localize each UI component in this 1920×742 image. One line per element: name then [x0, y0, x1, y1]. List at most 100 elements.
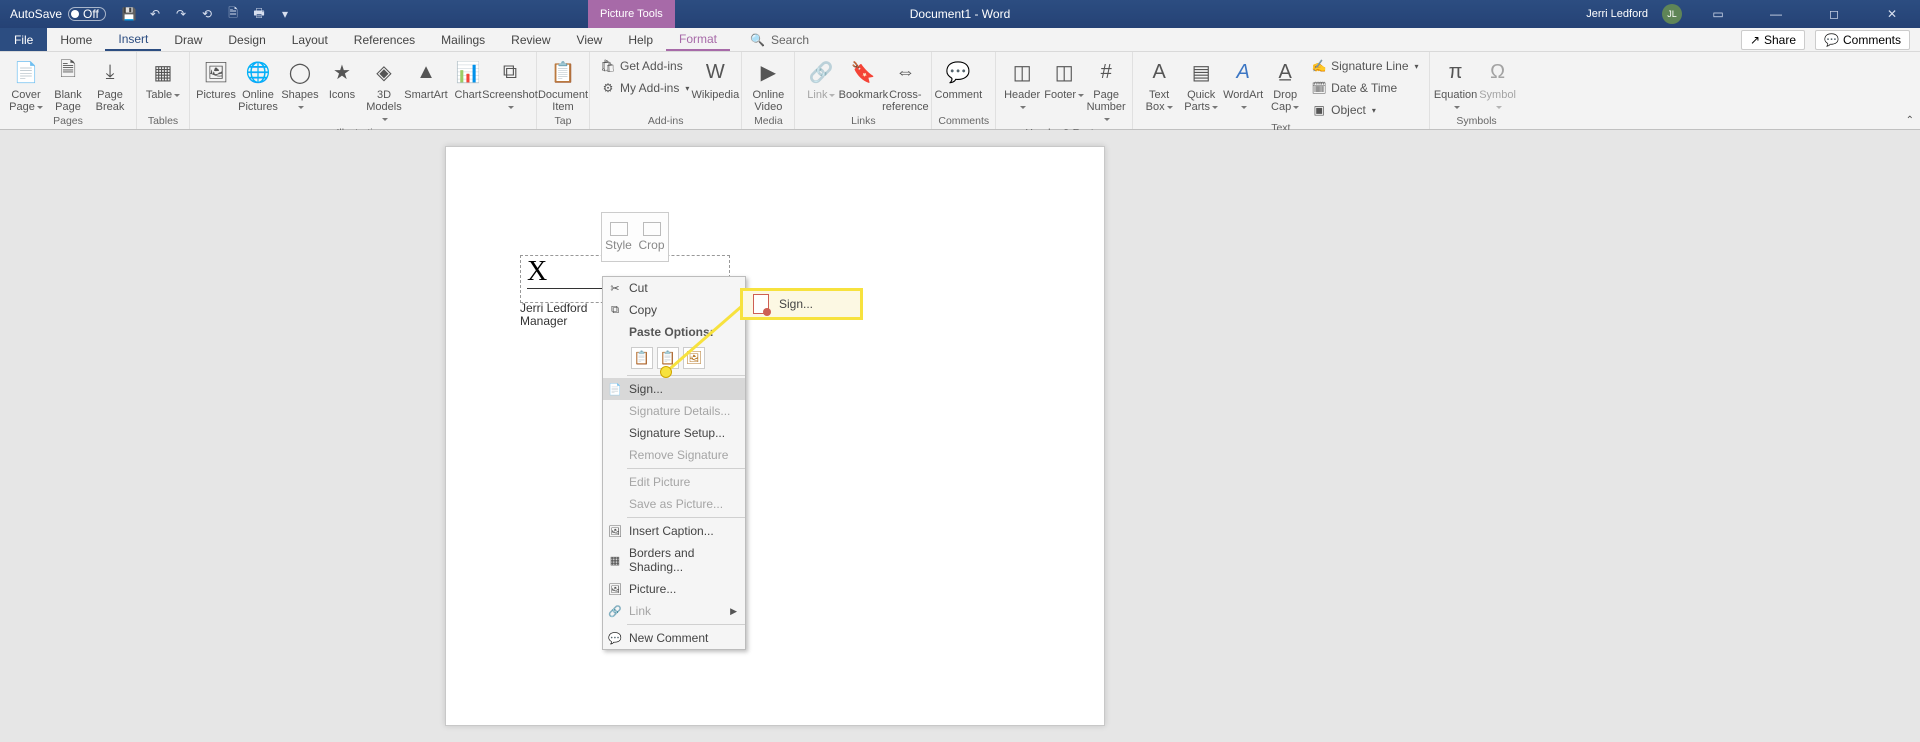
- group-symbols: πEquation ΩSymbol Symbols: [1430, 52, 1524, 129]
- online-pictures-button[interactable]: 🌐Online Pictures: [238, 56, 278, 113]
- menu-tabs: File Home Insert Draw Design Layout Refe…: [0, 28, 1920, 52]
- style-button[interactable]: Style: [602, 213, 635, 261]
- drop-cap-button[interactable]: A̲Drop Cap: [1265, 56, 1305, 113]
- undo-icon[interactable]: ↶: [146, 5, 164, 23]
- autosave-control[interactable]: AutoSave Off: [0, 7, 116, 21]
- sync-icon[interactable]: ⟲: [198, 5, 216, 23]
- ctx-insert-caption[interactable]: 🖼Insert Caption...: [603, 520, 745, 542]
- tab-format[interactable]: Format: [666, 28, 730, 51]
- wordart-button[interactable]: AWordArt: [1223, 56, 1263, 113]
- pictures-button[interactable]: 🖼Pictures: [196, 56, 236, 101]
- group-illustrations: 🖼Pictures 🌐Online Pictures ◯Shapes ★Icon…: [190, 52, 537, 129]
- sign-callout-label: Sign...: [779, 297, 813, 311]
- sign-icon: 📄: [607, 381, 623, 397]
- signature-line-button[interactable]: ✍Signature Line▾: [1307, 56, 1422, 76]
- document-page[interactable]: [445, 146, 1105, 726]
- crop-button[interactable]: Crop: [635, 213, 668, 261]
- tell-me-search[interactable]: 🔍 Search: [730, 28, 829, 51]
- maximize-icon[interactable]: ◻: [1812, 0, 1856, 28]
- group-text: AText Box ▤Quick Parts AWordArt A̲Drop C…: [1133, 52, 1429, 129]
- picture-mini-toolbar: Style Crop: [601, 212, 669, 262]
- smartart-button[interactable]: ▲SmartArt: [406, 56, 446, 101]
- models-button[interactable]: ◈3D Models: [364, 56, 404, 125]
- paste-picture-icon[interactable]: 🖼: [683, 347, 705, 369]
- footer-button[interactable]: ◫Footer: [1044, 56, 1084, 101]
- cover-page-button[interactable]: 📄Cover Page: [6, 56, 46, 113]
- tab-insert[interactable]: Insert: [105, 28, 161, 51]
- chart-icon: 📊: [452, 56, 484, 88]
- equation-button[interactable]: πEquation: [1436, 56, 1476, 113]
- page-number-button[interactable]: #Page Number: [1086, 56, 1126, 125]
- online-video-button[interactable]: ▶Online Video: [748, 56, 788, 113]
- page-break-button[interactable]: ⤓Page Break: [90, 56, 130, 113]
- ctx-cut[interactable]: ✂Cut: [603, 277, 745, 299]
- save-icon[interactable]: 💾: [120, 5, 138, 23]
- symbol-icon: Ω: [1482, 56, 1514, 88]
- ribbon-mode-icon[interactable]: ▭: [1696, 0, 1740, 28]
- tab-references[interactable]: References: [341, 28, 428, 51]
- tab-mailings[interactable]: Mailings: [428, 28, 498, 51]
- group-label-tables: Tables: [143, 113, 183, 129]
- tab-home[interactable]: Home: [47, 28, 105, 51]
- tab-layout[interactable]: Layout: [279, 28, 341, 51]
- wikipedia-button[interactable]: WWikipedia: [695, 56, 735, 101]
- date-time-button[interactable]: 🗓Date & Time: [1307, 78, 1422, 98]
- search-placeholder: Search: [771, 33, 809, 47]
- comment-button[interactable]: 💬Comment: [938, 56, 978, 101]
- bookmark-button[interactable]: 🔖Bookmark: [843, 56, 883, 101]
- share-button[interactable]: ↗ Share: [1741, 30, 1805, 50]
- models-icon: ◈: [368, 56, 400, 88]
- wordart-icon: A: [1227, 56, 1259, 88]
- tab-design[interactable]: Design: [215, 28, 278, 51]
- comments-button[interactable]: 💬 Comments: [1815, 30, 1910, 50]
- ctx-borders-shading[interactable]: ▦Borders and Shading...: [603, 542, 745, 578]
- close-icon[interactable]: ✕: [1870, 0, 1914, 28]
- picture-icon: 🖼: [607, 581, 623, 597]
- table-button[interactable]: ▦Table: [143, 56, 183, 101]
- ctx-link: 🔗Link▶: [603, 600, 745, 622]
- tab-file[interactable]: File: [0, 28, 47, 51]
- minimize-icon[interactable]: —: [1754, 0, 1798, 28]
- title-bar: AutoSave Off 💾 ↶ ↷ ⟲ 🗎 🖶 ▾ Picture Tools…: [0, 0, 1920, 28]
- my-addins-button[interactable]: ⚙My Add-ins▾: [596, 78, 693, 98]
- document-canvas[interactable]: X Jerri Ledford Manager Style Crop ✂Cut …: [0, 130, 1920, 742]
- ctx-copy[interactable]: ⧉Copy: [603, 299, 745, 321]
- header-button[interactable]: ◫Header: [1002, 56, 1042, 113]
- autosave-toggle[interactable]: Off: [68, 7, 106, 21]
- ctx-new-comment[interactable]: 💬New Comment: [603, 627, 745, 649]
- icons-button[interactable]: ★Icons: [322, 56, 362, 101]
- ctx-sign[interactable]: 📄Sign...: [603, 378, 745, 400]
- link-button: 🔗Link: [801, 56, 841, 101]
- user-avatar[interactable]: JL: [1662, 4, 1682, 24]
- object-button[interactable]: ▣Object▾: [1307, 100, 1422, 120]
- tab-help[interactable]: Help: [615, 28, 666, 51]
- online-pictures-icon: 🌐: [242, 56, 274, 88]
- tab-view[interactable]: View: [564, 28, 616, 51]
- tab-review[interactable]: Review: [498, 28, 563, 51]
- new-comment-icon: 💬: [607, 630, 623, 646]
- quick-parts-button[interactable]: ▤Quick Parts: [1181, 56, 1221, 113]
- paste-keep-source-icon[interactable]: 📋: [631, 347, 653, 369]
- ctx-signature-setup[interactable]: Signature Setup...: [603, 422, 745, 444]
- redo-icon[interactable]: ↷: [172, 5, 190, 23]
- print-icon[interactable]: 🖶: [250, 5, 268, 23]
- qat-customize-icon[interactable]: ▾: [276, 5, 294, 23]
- new-doc-icon[interactable]: 🗎: [224, 5, 242, 23]
- document-item-icon: 📋: [547, 56, 579, 88]
- group-links: 🔗Link 🔖Bookmark ⇔Cross-reference Links: [795, 52, 932, 129]
- get-addins-button[interactable]: 🛍Get Add-ins: [596, 56, 693, 76]
- ctx-picture[interactable]: 🖼Picture...: [603, 578, 745, 600]
- screenshot-button[interactable]: ⧉Screenshot: [490, 56, 530, 113]
- collapse-ribbon-icon[interactable]: ⌃: [1906, 115, 1914, 126]
- screenshot-icon: ⧉: [494, 56, 526, 88]
- blank-page-button[interactable]: 🗎Blank Page: [48, 56, 88, 113]
- group-label-addins: Add-ins: [596, 113, 735, 129]
- shapes-button[interactable]: ◯Shapes: [280, 56, 320, 113]
- document-item-button[interactable]: 📋Document Item: [543, 56, 583, 113]
- group-addins: 🛍Get Add-ins ⚙My Add-ins▾ WWikipedia Add…: [590, 52, 742, 129]
- user-name[interactable]: Jerri Ledford: [1586, 8, 1648, 20]
- tab-draw[interactable]: Draw: [161, 28, 215, 51]
- text-box-button[interactable]: AText Box: [1139, 56, 1179, 113]
- toggle-knob-icon: [71, 10, 79, 18]
- xref-button[interactable]: ⇔Cross-reference: [885, 56, 925, 113]
